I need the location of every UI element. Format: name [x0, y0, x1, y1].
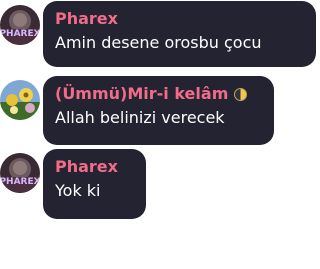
- message-bubble: Pharex Yok ki: [43, 149, 146, 219]
- message-text: Amin desene orosbu çocu: [55, 33, 262, 52]
- crescent-moon-icon: [234, 87, 248, 101]
- pharex-avatar-icon: PHAREX: [0, 153, 40, 193]
- message-bubble: Pharex Amin desene orosbu çocu: [43, 1, 316, 67]
- chat-message: PHAREX Pharex Amin desene orosbu çocu: [0, 1, 316, 67]
- avatar[interactable]: PHAREX: [0, 5, 40, 45]
- message-text: Allah belinizi verecek: [55, 108, 225, 127]
- flower-avatar-icon: [0, 80, 40, 120]
- message-bubble: (Ümmü)Mir-i kelâm Allah belinizi verecek: [43, 76, 274, 145]
- sender-name[interactable]: Pharex: [55, 9, 304, 29]
- pharex-avatar-icon: PHAREX: [0, 5, 40, 45]
- sender-name[interactable]: (Ümmü)Mir-i kelâm: [55, 84, 228, 104]
- avatar[interactable]: [0, 80, 40, 120]
- chat-thread: PHAREX Pharex Amin desene orosbu çocu (Ü…: [0, 0, 320, 269]
- avatar[interactable]: PHAREX: [0, 153, 40, 193]
- avatar-label: PHAREX: [0, 177, 40, 187]
- message-text: Yok ki: [55, 181, 101, 200]
- sender-name-row: (Ümmü)Mir-i kelâm: [55, 84, 262, 104]
- sender-name[interactable]: Pharex: [55, 157, 134, 177]
- chat-message: (Ümmü)Mir-i kelâm Allah belinizi verecek: [0, 76, 274, 145]
- chat-message: PHAREX Pharex Yok ki: [0, 149, 146, 219]
- avatar-label: PHAREX: [0, 29, 40, 39]
